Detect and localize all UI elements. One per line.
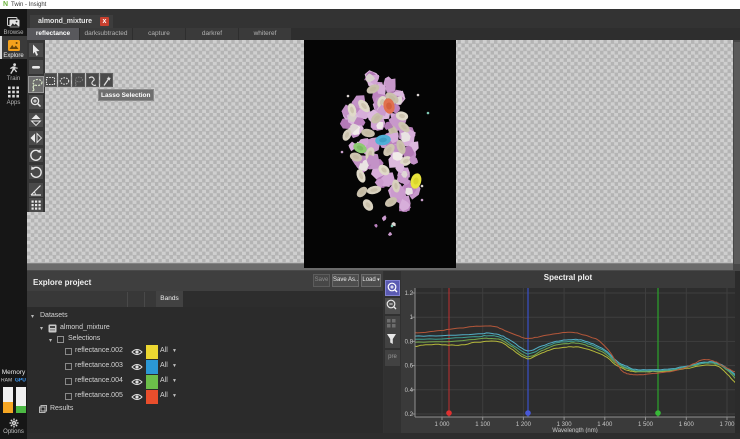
- svg-text:1 700: 1 700: [719, 422, 735, 428]
- svg-text:1 500: 1 500: [638, 422, 654, 428]
- svg-text:1 000: 1 000: [434, 422, 450, 428]
- svg-text:0.6: 0.6: [405, 364, 414, 370]
- svg-text:1 400: 1 400: [597, 422, 613, 428]
- svg-text:1 200: 1 200: [516, 422, 532, 428]
- svg-text:0.4: 0.4: [405, 388, 414, 394]
- svg-text:1 600: 1 600: [679, 422, 695, 428]
- svg-text:1 100: 1 100: [475, 422, 491, 428]
- svg-text:0.8: 0.8: [405, 339, 414, 345]
- svg-text:1: 1: [410, 315, 414, 321]
- svg-text:0.2: 0.2: [405, 412, 414, 418]
- svg-text:1.2: 1.2: [405, 291, 414, 297]
